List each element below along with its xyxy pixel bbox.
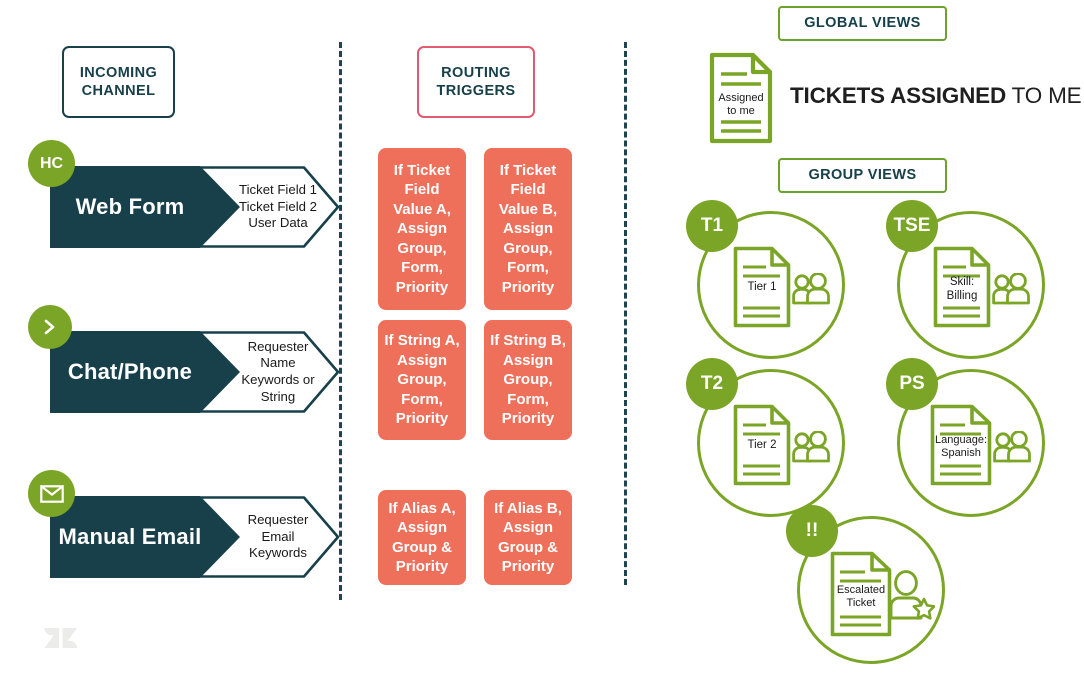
envelope-icon xyxy=(28,470,75,517)
incoming-channel-header: INCOMING CHANNEL xyxy=(62,46,175,118)
channel-name-arrow xyxy=(50,166,240,248)
trigger-card[interactable]: If Alias B, Assign Group & Priority xyxy=(484,490,572,585)
group-badge: T1 xyxy=(686,200,738,252)
chevron-right-glyph xyxy=(44,319,55,335)
document-label: Tier 1 xyxy=(747,281,777,293)
two-people-icon xyxy=(792,272,832,310)
channel-name-arrow xyxy=(50,331,240,413)
document-label: Assigned to me xyxy=(718,92,764,117)
trigger-card[interactable]: If String A, Assign Group, Form, Priorit… xyxy=(378,320,466,440)
zendesk-logo xyxy=(44,626,78,654)
group-view-escalated[interactable]: !! Escalated Ticket xyxy=(786,505,956,675)
two-people-glyph xyxy=(992,272,1030,305)
two-people-icon xyxy=(993,430,1033,468)
trigger-card[interactable]: If Ticket Field Value A, Assign Group, F… xyxy=(378,148,466,310)
group-document-icon: Tier 2 xyxy=(733,404,791,486)
title-normal-part: TO ME xyxy=(1006,83,1082,108)
channel-name-arrow xyxy=(50,496,240,578)
document-label: Skill: Billing xyxy=(946,276,978,302)
trigger-card[interactable]: If Alias A, Assign Group & Priority xyxy=(378,490,466,585)
global-views-header: GLOBAL VIEWS xyxy=(778,6,947,41)
trigger-card[interactable]: If Ticket Field Value B, Assign Group, F… xyxy=(484,148,572,310)
help-center-badge: HC xyxy=(28,140,75,187)
document-label: Language: Spanish xyxy=(935,434,987,459)
routing-triggers-header: ROUTING TRIGGERS xyxy=(417,46,535,118)
zendesk-logo-glyph xyxy=(44,628,77,648)
person-star-glyph xyxy=(889,570,936,620)
two-people-glyph xyxy=(792,430,830,463)
channel-row: Web Form Ticket Field 1 Ticket Field 2 Use… xyxy=(28,140,340,250)
group-document-icon: Tier 1 xyxy=(733,246,791,328)
column-divider-2 xyxy=(624,42,627,585)
group-view-t2[interactable]: T2 Tier 2 xyxy=(686,358,856,528)
group-view-tse[interactable]: TSE Skill: Billing xyxy=(886,200,1056,370)
document-label: Tier 2 xyxy=(747,439,777,451)
title-bold-part: TICKETS ASSIGNED xyxy=(790,83,1006,108)
badge-label: HC xyxy=(39,154,64,172)
group-document-icon: Language: Spanish xyxy=(930,404,992,486)
group-view-t1[interactable]: T1 Tier 1 xyxy=(686,200,856,370)
two-people-icon xyxy=(992,272,1032,310)
group-document-icon: Skill: Billing xyxy=(933,246,991,328)
group-badge: TSE xyxy=(886,200,938,252)
person-star-icon xyxy=(887,570,936,625)
document-label: Escalated Ticket xyxy=(836,584,886,609)
envelope-glyph xyxy=(39,484,64,503)
group-badge: T2 xyxy=(686,358,738,410)
two-people-glyph xyxy=(993,430,1031,463)
two-people-glyph xyxy=(792,272,830,305)
channel-row: Manual Email Requester Email Keywords xyxy=(28,470,340,585)
group-document-icon: Escalated Ticket xyxy=(830,551,892,637)
tickets-assigned-title: TICKETS ASSIGNED TO ME xyxy=(790,83,1082,109)
group-view-ps[interactable]: PS Language: Spanish xyxy=(886,358,1056,528)
trigger-card[interactable]: If String B, Assign Group, Form, Priorit… xyxy=(484,320,572,440)
assigned-to-me-document-icon: Assigned to me xyxy=(709,52,773,144)
group-views-header: GROUP VIEWS xyxy=(778,158,947,193)
chevron-right-icon xyxy=(28,305,72,349)
two-people-icon xyxy=(792,430,832,468)
escalation-badge: !! xyxy=(786,505,838,557)
channel-row: Chat/Phone Requester Name Keywords or Strin… xyxy=(28,305,340,415)
group-badge: PS xyxy=(886,358,938,410)
